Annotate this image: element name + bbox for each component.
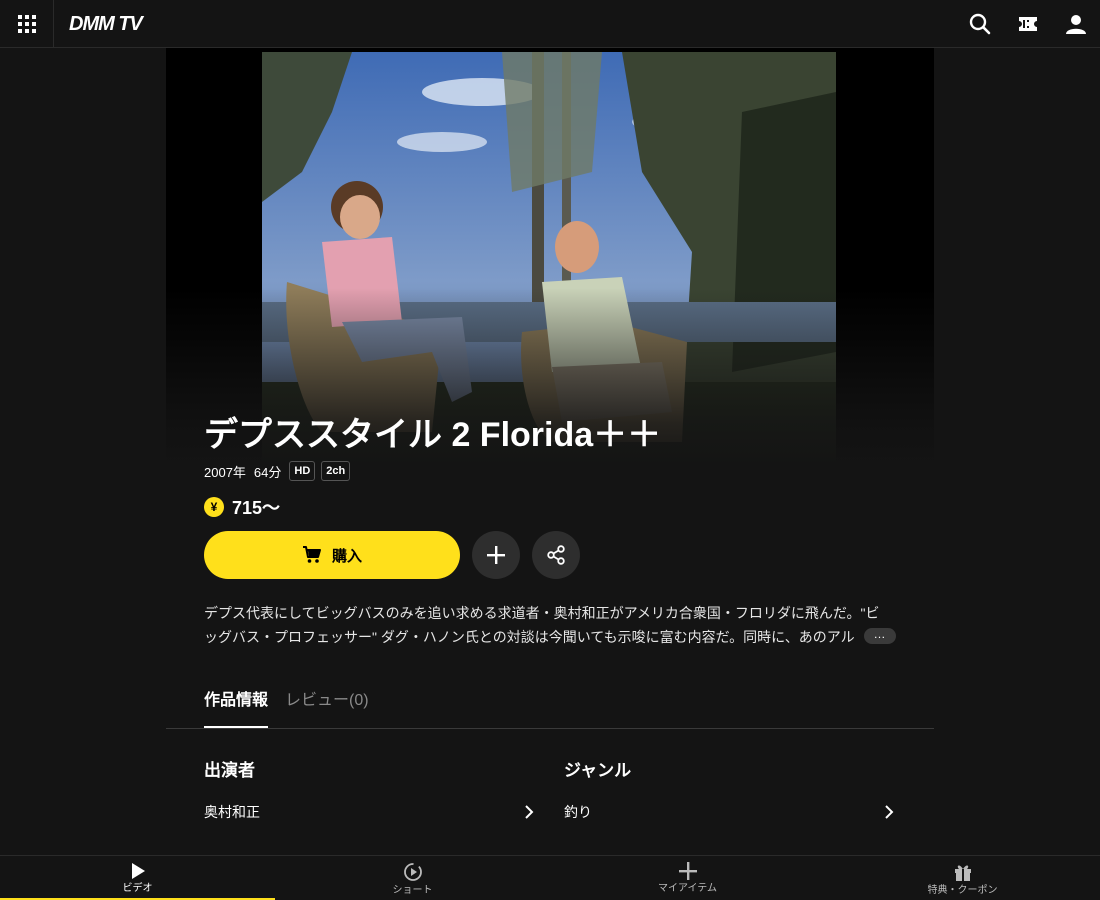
chevron-right-icon (525, 805, 534, 819)
cart-icon (302, 546, 321, 563)
audio-badge: 2ch (321, 461, 351, 481)
price: ¥ 715～ (204, 494, 280, 520)
gift-icon (954, 865, 971, 881)
cast-heading: 出演者 (204, 761, 255, 780)
duration: 64分 (253, 464, 282, 480)
tab-reviews[interactable]: レビュー(0) (285, 686, 369, 728)
hero-area (166, 48, 934, 468)
user-icon[interactable] (1064, 12, 1088, 36)
genre-item[interactable]: 釣り (564, 800, 894, 824)
description-line-1: デプス代表にしてビッグバスのみを追い求める求道者・奥村和正がアメリカ合衆国・フロ… (204, 605, 880, 621)
genre-name: 釣り (564, 804, 592, 820)
ticket-icon[interactable] (1016, 12, 1040, 36)
dmm-tv-logo[interactable]: DMM TV (69, 12, 143, 36)
content-title: デプススタイル 2 Florida＋＋ (204, 416, 662, 454)
description-line-2: ッグバス・プロフェッサー" ダグ・ハノン氏との対談は今聞いても示唆に富む内容だ。… (204, 629, 855, 645)
genre-heading: ジャンル (564, 761, 632, 780)
release-year: 2007年 (204, 464, 246, 480)
top-header: DMM TV (0, 0, 1100, 48)
nav-short-label: ショート (392, 885, 433, 896)
cast-name: 奥村和正 (204, 804, 260, 820)
play-icon (131, 863, 145, 879)
price-value: 715～ (232, 498, 281, 518)
nav-coupons[interactable]: 特典・クーポン (825, 856, 1100, 900)
tab-info[interactable]: 作品情報 (204, 686, 269, 728)
apps-grid-icon (17, 15, 36, 33)
buy-button-label: 購入 (331, 547, 362, 565)
description: デプス代表にしてビッグバスのみを追い求める求道者・奥村和正がアメリカ合衆国・フロ… (204, 601, 904, 649)
nav-my-items[interactable]: マイアイテム (550, 856, 825, 900)
nav-short[interactable]: ショート (275, 856, 550, 900)
short-icon (403, 863, 422, 881)
search-icon[interactable] (968, 12, 992, 36)
share-icon (547, 545, 565, 565)
nav-video-label: ビデオ (122, 883, 153, 894)
content-meta: 2007年 64分 HD 2ch (204, 460, 356, 482)
bottom-navigation: ビデオ ショート マイアイテム 特典・クーポン (0, 855, 1100, 900)
menu-button[interactable] (0, 0, 54, 48)
nav-my-items-label: マイアイテム (658, 883, 717, 894)
yen-coin-icon: ¥ (204, 497, 224, 517)
cast-item[interactable]: 奥村和正 (204, 800, 534, 824)
nav-coupons-label: 特典・クーポン (927, 885, 998, 896)
expand-description-button[interactable]: … (864, 628, 896, 644)
add-to-list-button[interactable] (472, 531, 520, 579)
nav-video[interactable]: ビデオ (0, 856, 275, 900)
chevron-right-icon (885, 805, 894, 819)
hd-badge: HD (289, 461, 316, 481)
share-button[interactable] (532, 531, 580, 579)
buy-button[interactable]: 購入 (204, 531, 460, 579)
plus-icon (487, 546, 505, 564)
plus-icon (678, 862, 697, 880)
detail-tabs: 作品情報 レビュー(0) (166, 686, 934, 729)
